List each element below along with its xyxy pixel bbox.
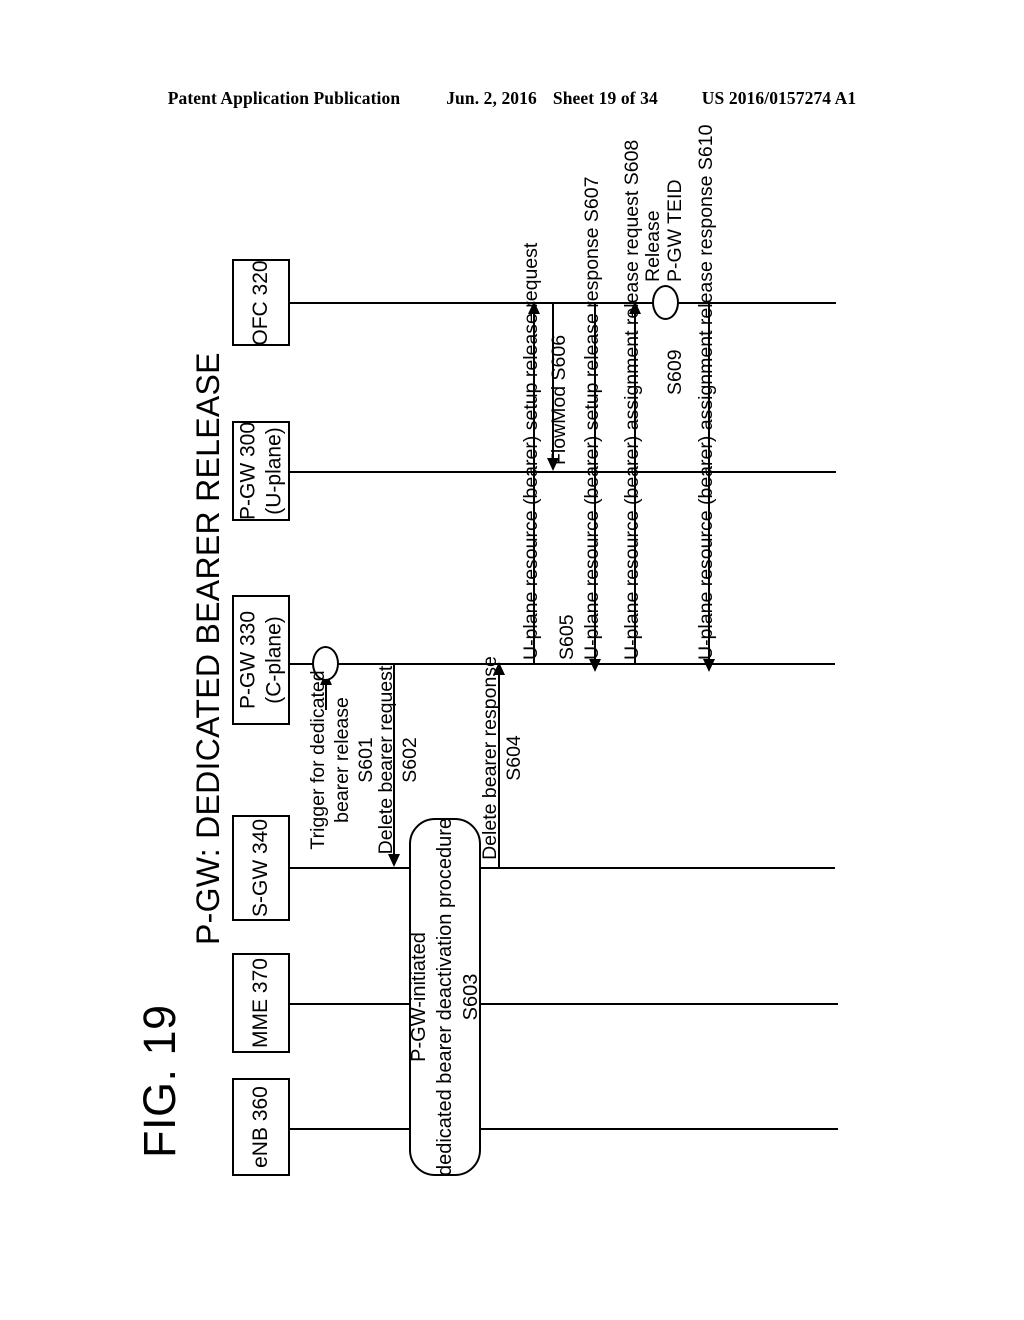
msg-label-s606: FlowMod S606 (548, 334, 570, 465)
msg-label-s601-line1: Trigger for dedicated (307, 670, 329, 850)
msg-label-s604: Delete bearer response S604 (478, 653, 526, 863)
node-label-pgw300-uplane: P-GW 300 (U-plane) (235, 422, 286, 520)
lifeline-mme370 (290, 1003, 838, 1005)
node-box-mme370: MME 370 (232, 953, 290, 1053)
node-box-pgw300-uplane: P-GW 300 (U-plane) (232, 421, 290, 521)
node-label-pgw330-cplane: P-GW 330 (C-plane) (235, 611, 286, 709)
node-box-sgw340: S-GW 340 (232, 815, 290, 921)
figure-number: FIG. 19 (134, 1004, 185, 1158)
msg-label-s602-step: S602 (399, 737, 422, 783)
node-label-pgw300-line2: (U-plane) (262, 427, 285, 515)
msg-label-s609-line1: Release (642, 210, 664, 282)
figure-title: P-GW: DEDICATED BEARER RELEASE (190, 352, 226, 945)
node-label-ofc320: OFC 320 (249, 259, 273, 346)
proc-label-s603-step: S603 (460, 973, 482, 1021)
node-label-sgw340: S-GW 340 (249, 818, 273, 918)
event-ellipse-s609 (652, 285, 679, 320)
msg-label-s609-line2: P-GW TEID (664, 179, 686, 282)
msg-label-s604-line1: Delete bearer response (479, 656, 501, 860)
node-box-pgw330-cplane: P-GW 330 (C-plane) (232, 595, 290, 725)
figure-canvas: FIG. 19 P-GW: DEDICATED BEARER RELEASE O… (0, 0, 1024, 1320)
lifeline-enb360 (290, 1128, 838, 1130)
msg-label-s601-line2: bearer release (331, 697, 354, 823)
node-label-pgw330-line1: P-GW 330 (236, 610, 260, 710)
lifeline-sgw340 (290, 867, 835, 869)
lifeline-pgw300-uplane (290, 471, 836, 473)
node-label-pgw330-line2: (C-plane) (262, 616, 285, 704)
msg-label-s605-text: U-plane resource (bearer) setup release … (520, 242, 542, 660)
msg-label-s604-step: S604 (503, 735, 526, 781)
node-label-mme370: MME 370 (249, 958, 273, 1048)
node-label-pgw300-line1: P-GW 300 (236, 421, 260, 521)
msg-label-s602-line1: Delete bearer request (375, 665, 397, 855)
lifeline-ofc320 (290, 302, 836, 304)
msg-label-s605-step: S605 (556, 614, 578, 660)
msg-label-s610: U-plane resource (bearer) assignment rel… (695, 124, 717, 660)
msg-arrowhead-s607 (589, 659, 601, 672)
node-label-enb360: eNB 360 (249, 1086, 273, 1168)
node-box-ofc320: OFC 320 (232, 259, 290, 346)
msg-arrowhead-s610 (703, 659, 715, 672)
proc-label-s603-line1: P-GW-initiated (408, 932, 430, 1062)
node-box-enb360: eNB 360 (232, 1078, 290, 1176)
msg-label-s601: Trigger for dedicated bearer release S60… (306, 665, 379, 855)
msg-label-s609-step: S609 (664, 349, 686, 395)
proc-label-s603-line2: dedicated bearer deactivation procedure (434, 817, 456, 1177)
proc-box-s603: P-GW-initiated dedicated bearer deactiva… (406, 818, 484, 1176)
msg-label-s607: U-plane resource (bearer) setup release … (581, 176, 603, 660)
proc-label-s603: P-GW-initiated dedicated bearer deactiva… (406, 818, 484, 1176)
